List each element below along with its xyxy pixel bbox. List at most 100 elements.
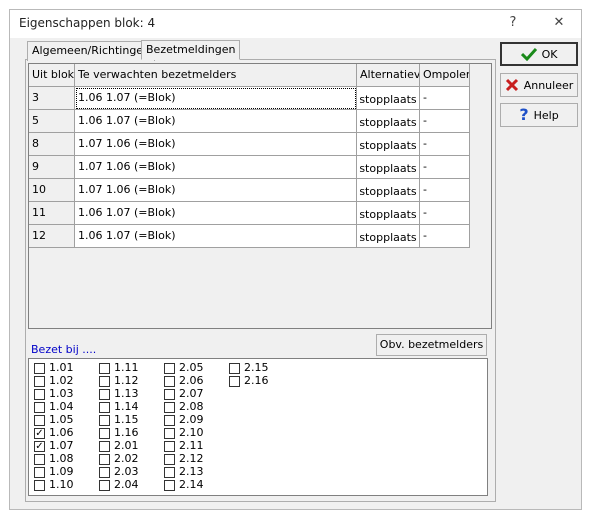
obv-bezetmelders-button[interactable]: Obv. bezetmelders [376, 334, 487, 356]
checkbox-label: 1.09 [49, 465, 74, 478]
checkbox-label: 2.10 [179, 426, 204, 439]
checkbox-label: 1.13 [114, 387, 139, 400]
checkbox[interactable] [34, 480, 45, 491]
grid-cell-alternatieve[interactable]: stopplaats [357, 110, 420, 133]
grid-cell-melders[interactable]: 1.06 1.07 (=Blok) [75, 202, 357, 225]
checkbox-label: 1.01 [49, 361, 74, 374]
checkbox[interactable]: ✓ [34, 428, 45, 439]
checkbox-label: 1.11 [114, 361, 139, 374]
grid-cell-ompolen[interactable]: - [420, 225, 470, 248]
grid-cell-alternatieve[interactable]: stopplaats [357, 202, 420, 225]
checkbox[interactable] [229, 363, 240, 374]
checkbox-label: 2.01 [114, 439, 139, 452]
checkbox[interactable] [164, 402, 175, 413]
checkbox[interactable] [164, 376, 175, 387]
checkbox-label: 2.16 [244, 374, 269, 387]
checkbox[interactable] [99, 363, 110, 374]
checkbox-label: 2.03 [114, 465, 139, 478]
checkbox[interactable] [99, 467, 110, 478]
checkbox[interactable] [34, 415, 45, 426]
checkbox-label: 2.11 [179, 439, 204, 452]
checkbox-label: 2.15 [244, 361, 269, 374]
ok-button[interactable]: OK [500, 42, 578, 66]
checkbox[interactable] [164, 480, 175, 491]
grid-cell-uit_blok: 12 [29, 225, 75, 248]
grid-cell-ompolen[interactable]: - [420, 202, 470, 225]
question-icon: ? [519, 105, 529, 124]
grid-cell-melders[interactable]: 1.06 1.07 (=Blok) [75, 87, 357, 110]
column-header: Alternatieve [357, 64, 420, 87]
checkbox[interactable] [34, 389, 45, 400]
grid-cell-melders[interactable]: 1.07 1.06 (=Blok) [75, 179, 357, 202]
checkbox-label: 1.03 [49, 387, 74, 400]
checkbox-label: 1.06 [49, 426, 74, 439]
checkbox-label: 2.08 [179, 400, 204, 413]
checkbox[interactable] [99, 441, 110, 452]
annuleer-button[interactable]: Annuleer [500, 73, 578, 97]
checkbox-label: 2.04 [114, 478, 139, 491]
grid-cell-uit_blok: 5 [29, 110, 75, 133]
checkbox[interactable] [99, 402, 110, 413]
checkbox[interactable] [164, 454, 175, 465]
checkbox[interactable]: ✓ [34, 441, 45, 452]
grid-cell-ompolen[interactable]: - [420, 87, 470, 110]
grid-cell-alternatieve[interactable]: stopplaats [357, 87, 420, 110]
grid-cell-alternatieve[interactable]: stopplaats [357, 179, 420, 202]
help-label: Help [533, 108, 559, 122]
grid-cell-melders[interactable]: 1.07 1.06 (=Blok) [75, 156, 357, 179]
checkbox-label: 1.10 [49, 478, 74, 491]
ok-label: OK [541, 47, 558, 61]
checkbox[interactable] [164, 428, 175, 439]
checkbox-label: 2.12 [179, 452, 204, 465]
checkbox-label: 2.13 [179, 465, 204, 478]
checkbox-label: 2.14 [179, 478, 204, 491]
grid-cell-uit_blok: 9 [29, 156, 75, 179]
grid-cell-alternatieve[interactable]: stopplaats [357, 133, 420, 156]
checkbox[interactable] [164, 389, 175, 400]
checkbox-label: 1.02 [49, 374, 74, 387]
help-title-button[interactable]: ? [499, 12, 527, 34]
checkbox-label: 1.12 [114, 374, 139, 387]
grid-cell-ompolen[interactable]: - [420, 110, 470, 133]
checkbox-label: 1.15 [114, 413, 139, 426]
checkbox[interactable] [229, 376, 240, 387]
checkbox[interactable] [99, 389, 110, 400]
checkbox[interactable] [164, 467, 175, 478]
grid-cell-melders[interactable]: 1.07 1.06 (=Blok) [75, 133, 357, 156]
grid-cell-ompolen[interactable]: - [420, 156, 470, 179]
checkbox[interactable] [99, 376, 110, 387]
grid-cell-ompolen[interactable]: - [420, 133, 470, 156]
grid-cell-uit_blok: 10 [29, 179, 75, 202]
checkbox[interactable] [164, 441, 175, 452]
column-header: Te verwachten bezetmelders [75, 64, 357, 87]
checkbox-label: 2.07 [179, 387, 204, 400]
help-button[interactable]: ? Help [500, 103, 578, 127]
checkbox[interactable] [99, 480, 110, 491]
tab-algemeen-richtingen[interactable]: Algemeen/Richtingen [27, 41, 156, 61]
cross-icon [505, 78, 518, 92]
checkbox[interactable] [99, 428, 110, 439]
checkbox-label: 2.06 [179, 374, 204, 387]
checkbox[interactable] [34, 363, 45, 374]
window-title: Eigenschappen blok: 4 [19, 16, 156, 30]
tab-bezetmeldingen[interactable]: Bezetmeldingen [141, 40, 241, 60]
checkbox[interactable] [164, 363, 175, 374]
checkbox[interactable] [164, 415, 175, 426]
checkbox-label: 1.04 [49, 400, 74, 413]
grid-cell-melders[interactable]: 1.06 1.07 (=Blok) [75, 225, 357, 248]
checkbox[interactable] [99, 454, 110, 465]
grid-cell-ompolen[interactable]: - [420, 179, 470, 202]
checkbox-label: 2.09 [179, 413, 204, 426]
checkbox-label: 1.08 [49, 452, 74, 465]
close-button[interactable]: ✕ [545, 12, 573, 34]
checkbox[interactable] [34, 467, 45, 478]
checkbox[interactable] [99, 415, 110, 426]
checkbox[interactable] [34, 402, 45, 413]
checkbox[interactable] [34, 376, 45, 387]
grid-cell-alternatieve[interactable]: stopplaats [357, 225, 420, 248]
checkbox-label: 1.14 [114, 400, 139, 413]
grid-cell-melders[interactable]: 1.06 1.07 (=Blok) [75, 110, 357, 133]
grid-cell-alternatieve[interactable]: stopplaats [357, 156, 420, 179]
checkbox[interactable] [34, 454, 45, 465]
column-header: Ompolen [420, 64, 470, 87]
